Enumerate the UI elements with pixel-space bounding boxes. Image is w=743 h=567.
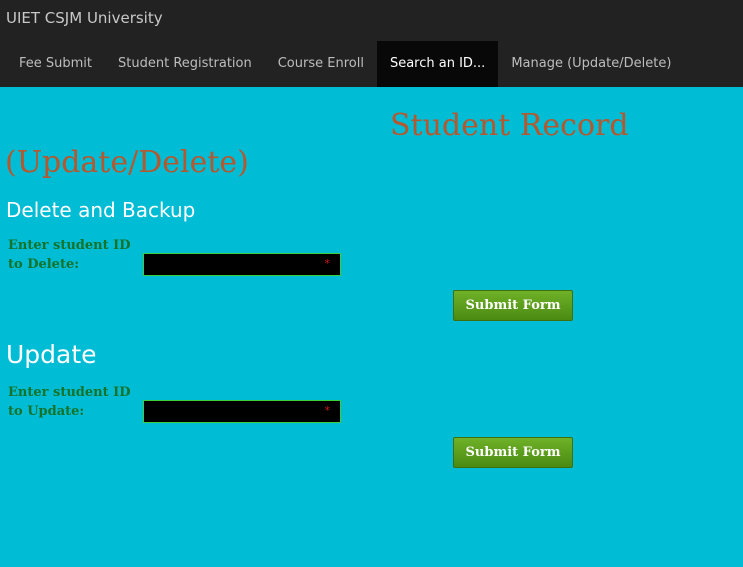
delete-id-label: Enter student ID to Delete:	[8, 238, 131, 272]
top-navbar: UIET CSJM University Fee Submit Student …	[0, 0, 743, 87]
nav-item-student-registration[interactable]: Student Registration	[105, 41, 265, 87]
required-marker: *	[324, 404, 331, 417]
update-section-heading: Update	[6, 340, 97, 369]
brand-title[interactable]: UIET CSJM University	[6, 9, 163, 27]
required-marker: *	[324, 257, 331, 270]
delete-id-input[interactable]	[144, 254, 340, 276]
nav-item-manage[interactable]: Manage (Update/Delete)	[498, 41, 684, 87]
page-title-line2: (Update/Delete)	[5, 145, 249, 180]
delete-submit-button[interactable]: Submit Form	[453, 290, 573, 321]
delete-section-heading: Delete and Backup	[6, 198, 196, 222]
page-title-line1: Student Record	[390, 108, 629, 143]
delete-id-field[interactable]: *	[143, 253, 341, 276]
update-id-label: Enter student ID to Update:	[8, 385, 131, 419]
update-id-input[interactable]	[144, 401, 340, 423]
nav-item-course-enroll[interactable]: Course Enroll	[265, 41, 377, 87]
update-submit-button[interactable]: Submit Form	[453, 437, 573, 468]
nav-item-search-id[interactable]: Search an ID...	[376, 41, 499, 87]
nav-menu: Fee Submit Student Registration Course E…	[6, 41, 684, 87]
update-id-field[interactable]: *	[143, 400, 341, 423]
nav-item-fee-submit[interactable]: Fee Submit	[6, 41, 105, 87]
